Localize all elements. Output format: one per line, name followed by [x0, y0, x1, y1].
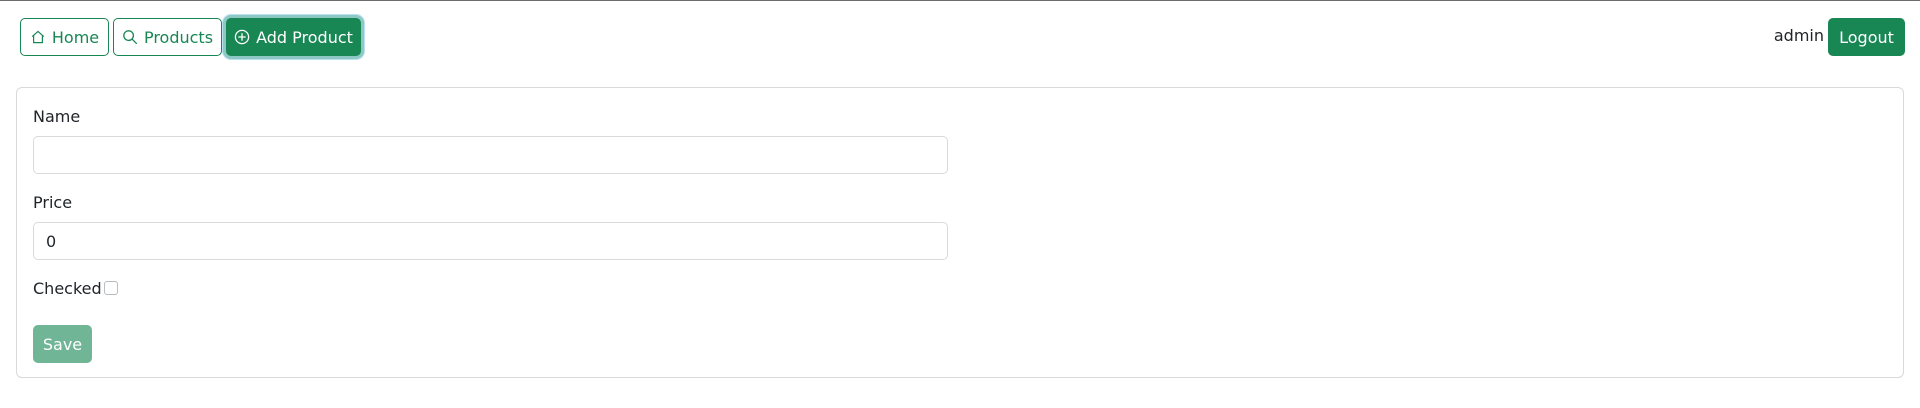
checked-label: Checked: [33, 279, 102, 298]
checked-checkbox[interactable]: [103, 281, 118, 295]
price-label: Price: [33, 193, 73, 212]
name-label: Name: [33, 107, 81, 126]
checked-row: Checked: [33, 279, 118, 298]
add-product-form: Name Price Checked Save: [16, 87, 1904, 378]
search-icon: [122, 29, 138, 45]
home-button-label: Home: [51, 27, 100, 47]
current-user-name: admin: [1773, 26, 1824, 45]
name-input[interactable]: [33, 136, 948, 174]
logout-button[interactable]: Logout: [1828, 18, 1905, 56]
home-button[interactable]: Home: [20, 18, 109, 56]
price-input[interactable]: [33, 222, 948, 260]
plus-circle-icon: [234, 29, 250, 45]
add-product-button[interactable]: Add Product: [226, 18, 361, 56]
products-button-label: Products: [143, 27, 214, 47]
navbar: Home Products Add Product admin Logout: [0, 1, 1920, 71]
products-button[interactable]: Products: [113, 18, 222, 56]
add-product-button-label: Add Product: [256, 27, 353, 47]
save-button[interactable]: Save: [33, 325, 92, 363]
house-icon: [30, 29, 46, 45]
